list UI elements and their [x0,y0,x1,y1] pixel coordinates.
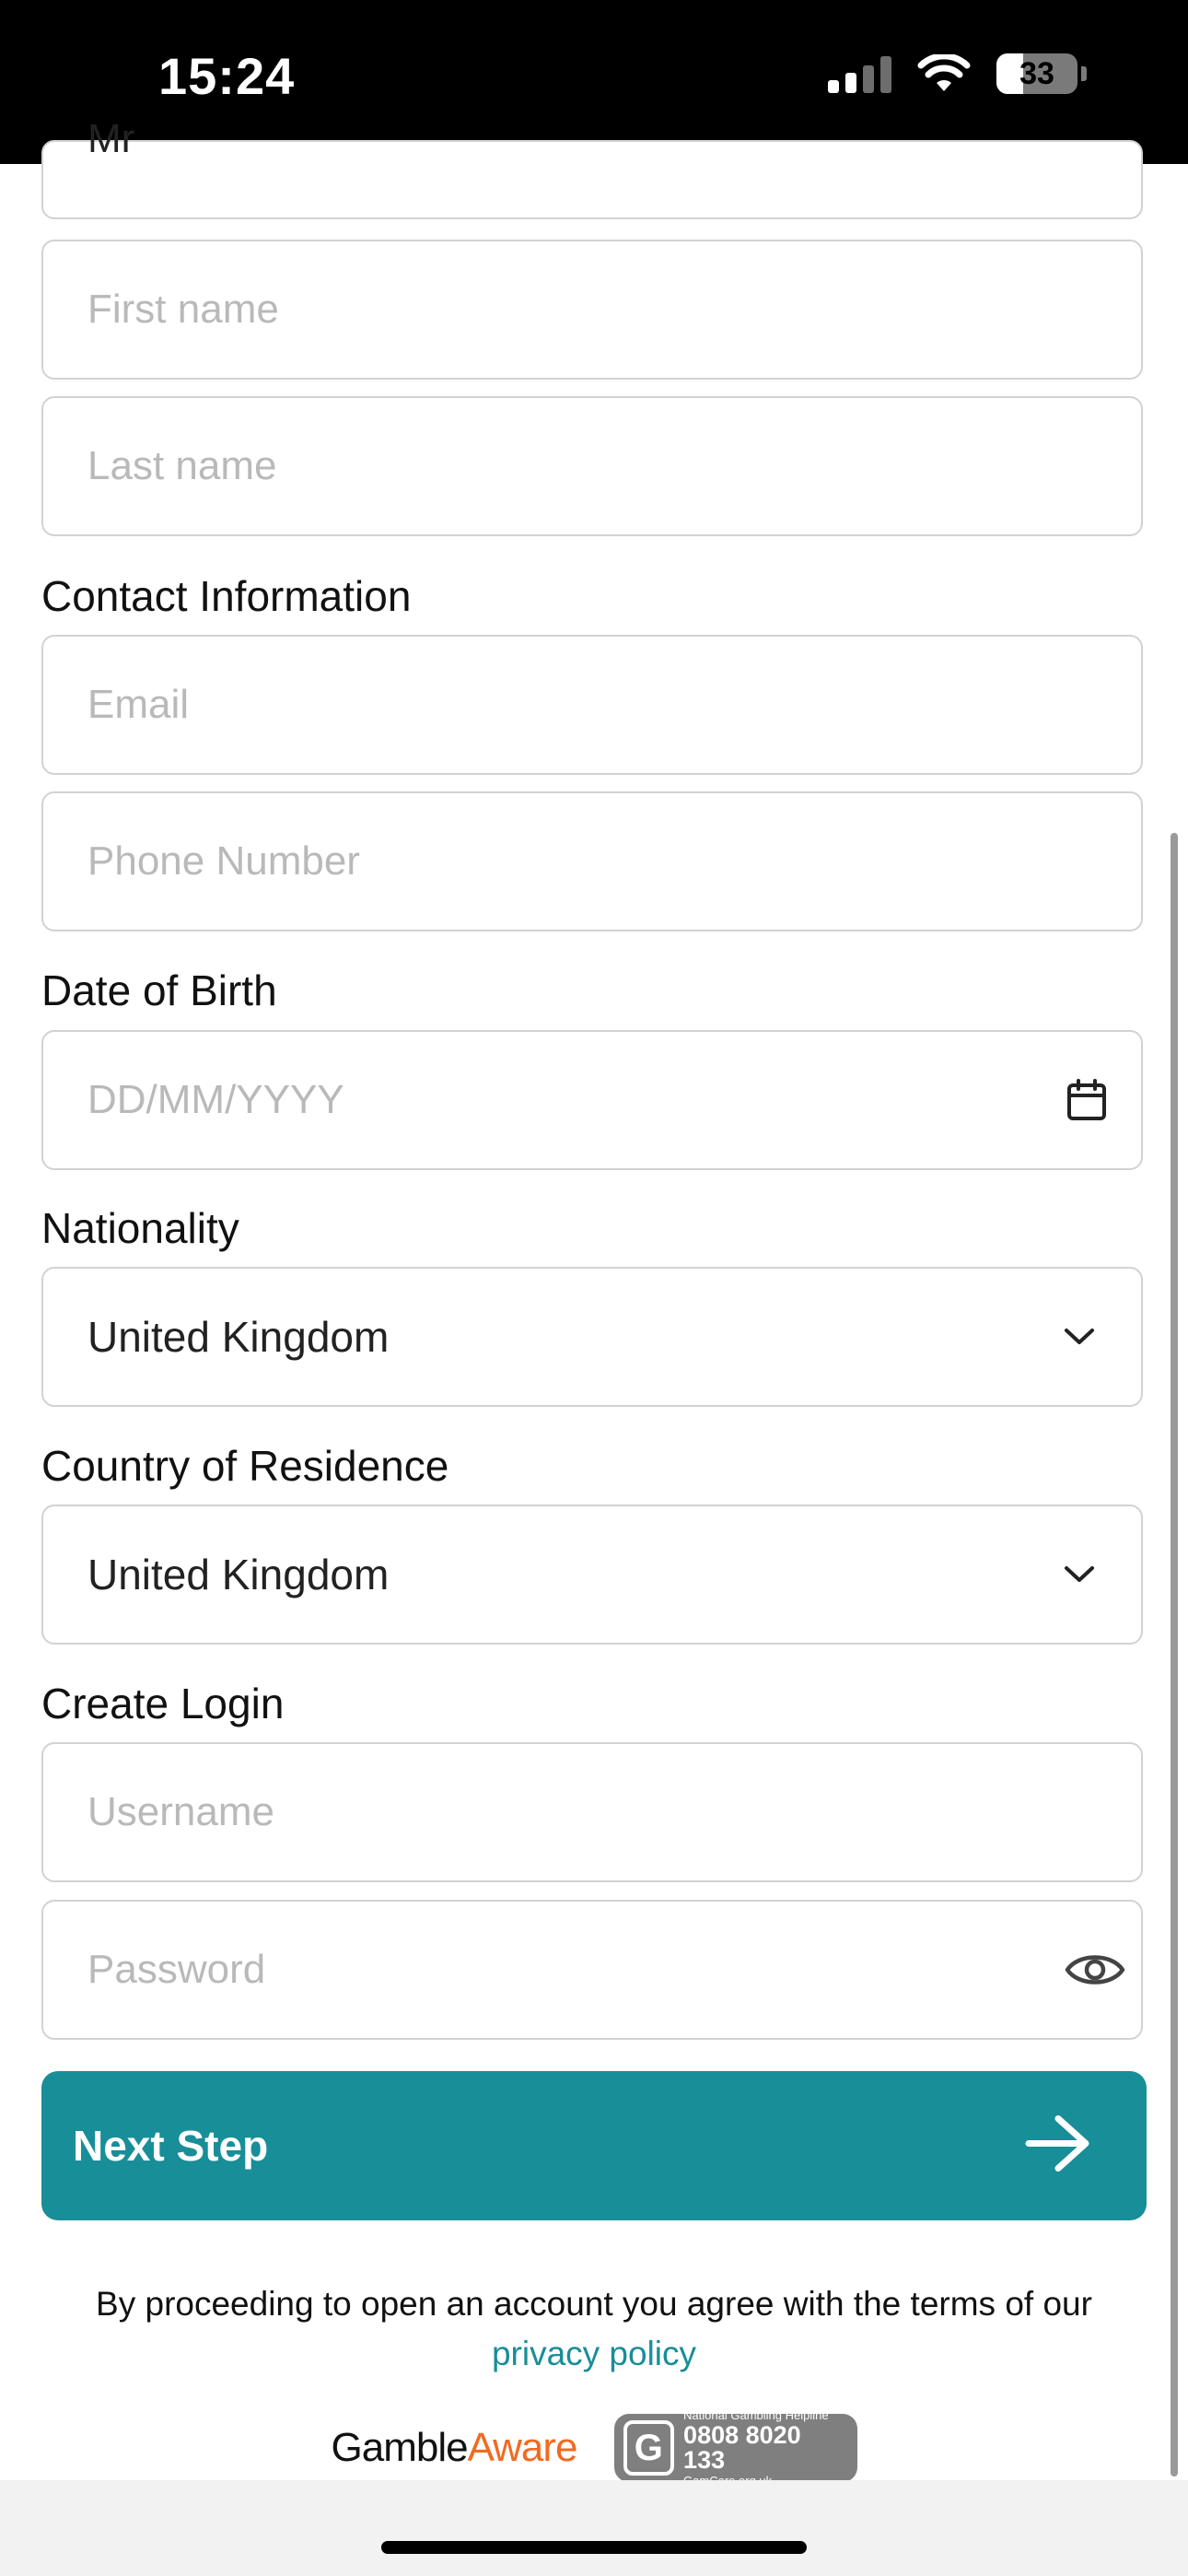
gamble-aware-logo[interactable]: GambleAware [331,2425,578,2471]
phone-number-placeholder: Phone Number [87,838,360,884]
next-step-label: Next Step [73,2122,269,2170]
nationality-heading: Nationality [41,1204,239,1252]
date-of-birth-placeholder: DD/MM/YYYY [87,1077,344,1122]
cellular-signal-icon [828,54,891,93]
country-of-residence-value: United Kingdom [87,1551,390,1598]
password-input[interactable]: Password [41,1900,1143,2040]
first-name-placeholder: First name [87,287,279,332]
status-time: 15:24 [158,47,296,105]
title-select[interactable]: Mr [41,116,1143,219]
email-placeholder: Email [87,682,190,727]
password-placeholder: Password [87,1947,266,1992]
country-of-residence-heading: Country of Residence [41,1442,449,1490]
username-placeholder: Username [87,1789,274,1834]
battery-percentage: 33 [1019,55,1054,91]
date-of-birth-heading: Date of Birth [41,966,277,1014]
terms-text: By proceeding to open an account you agr… [41,2279,1147,2379]
calendar-icon[interactable] [1066,1078,1108,1122]
contact-information-heading: Contact Information [41,572,412,620]
nationality-value: United Kingdom [87,1313,390,1361]
next-step-button[interactable]: Next Step [41,2071,1147,2220]
gamcare-helpline-label: National Gambling Helpline [683,2408,829,2422]
gamcare-badge-icon: G [623,2420,675,2476]
title-value: Mr [87,116,135,161]
gamble-aware-logo-part2: Aware [467,2425,578,2470]
scrollbar[interactable] [1171,833,1178,2476]
status-icons: 33 [828,53,1087,94]
terms-text-body: By proceeding to open an account you agr… [96,2285,1092,2323]
chevron-down-icon [1064,1565,1095,1584]
nationality-select[interactable]: United Kingdom [41,1267,1143,1407]
last-name-input[interactable]: Last name [41,396,1143,536]
gamcare-logo[interactable]: G National Gambling Helpline 0808 8020 1… [613,2409,857,2487]
battery-icon: 33 [996,53,1077,94]
bottom-safe-area [0,2480,1188,2576]
country-of-residence-select[interactable]: United Kingdom [41,1505,1143,1645]
email-input[interactable]: Email [41,635,1143,775]
gamcare-phone-number: 0808 8020 133 [683,2421,801,2474]
arrow-right-icon [1025,2115,1091,2177]
wifi-icon [917,54,971,91]
responsible-gambling-logos: GambleAware G National Gambling Helpline… [0,2409,1188,2487]
privacy-policy-link[interactable]: privacy policy [492,2335,696,2372]
username-input[interactable]: Username [41,1742,1143,1882]
gamcare-text: National Gambling Helpline 0808 8020 133… [683,2409,847,2487]
create-login-heading: Create Login [41,1680,285,1727]
date-of-birth-input[interactable]: DD/MM/YYYY [41,1030,1143,1170]
battery-tip [1081,66,1087,81]
gamble-aware-logo-part1: Gamble [331,2425,469,2470]
home-indicator[interactable] [381,2541,807,2554]
first-name-input[interactable]: First name [41,240,1143,380]
eye-icon[interactable] [1064,1950,1126,1990]
phone-number-input[interactable]: Phone Number [41,791,1143,931]
last-name-placeholder: Last name [87,443,277,488]
chevron-down-icon [1064,1328,1095,1346]
